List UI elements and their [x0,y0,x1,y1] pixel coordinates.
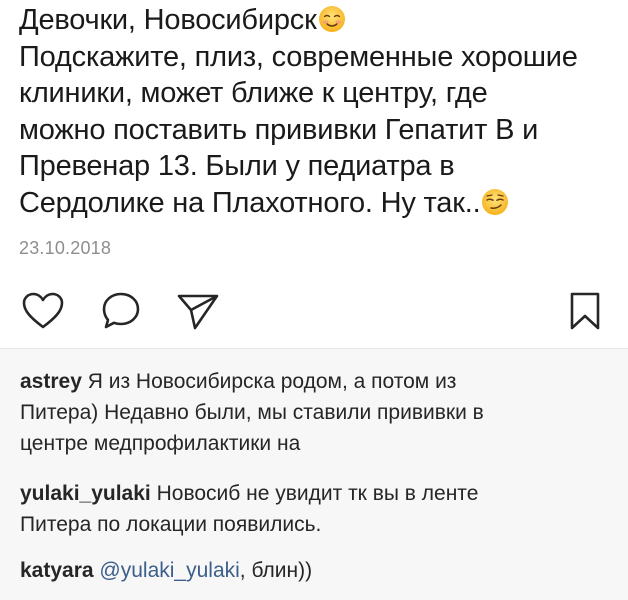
caption-line: Девочки, Новосибирск [19,2,619,39]
comment-item: astrey Я из Новосибирска родом, а потом … [20,366,620,459]
heart-icon [22,292,64,329]
like-button[interactable] [20,288,66,334]
comments-section: astrey Я из Новосибирска родом, а потом … [0,349,628,600]
comment-line: центре медпрофилактики на [20,432,301,455]
caption-line: можно поставить прививки Гепатит В и [19,113,539,146]
comment-line: yulaki_yulaki Новосиб не увидит тк вы в … [20,482,479,505]
comment-line: Питера по локации появились. [20,513,322,536]
comment-bubble-icon [102,292,140,329]
post-caption: Девочки, Новосибирск Подскажите, плиз, с… [19,2,619,221]
comment-username[interactable]: katyara [20,559,94,582]
comment-line: Питера) Недавно были, мы ставили прививк… [20,401,484,424]
comment-line: katyara @yulaki_yulaki, блин)) [20,559,313,582]
caption-line: клиники, может ближе к центру, где [19,77,488,109]
caption-line: Сердолике на Плахотного. Ну так.. [19,185,619,222]
bookmark-icon [570,292,600,330]
comment-button[interactable] [98,288,144,334]
comment-item: yulaki_yulaki Новосиб не увидит тк вы в … [20,478,620,540]
share-button[interactable] [175,288,221,334]
save-button[interactable] [562,288,608,334]
smiling-face-with-blush-icon [318,6,345,32]
comment-line: astrey Я из Новосибирска родом, а потом … [20,370,457,393]
caption-line: Превенар 13. Были у педиатра в [19,150,455,182]
caption-line: Подскажите, плиз, современные хорошие [19,40,578,73]
post-actions-bar [0,288,628,334]
paper-plane-icon [177,294,219,330]
smirking-face-icon [482,188,509,215]
comment-username[interactable]: astrey [20,370,82,393]
post-date: 23.10.2018 [19,238,112,258]
comment-mention-link[interactable]: @yulaki_yulaki [99,559,239,582]
comment-item: katyara @yulaki_yulaki, блин)) [20,555,620,586]
comment-username[interactable]: yulaki_yulaki [20,482,151,505]
